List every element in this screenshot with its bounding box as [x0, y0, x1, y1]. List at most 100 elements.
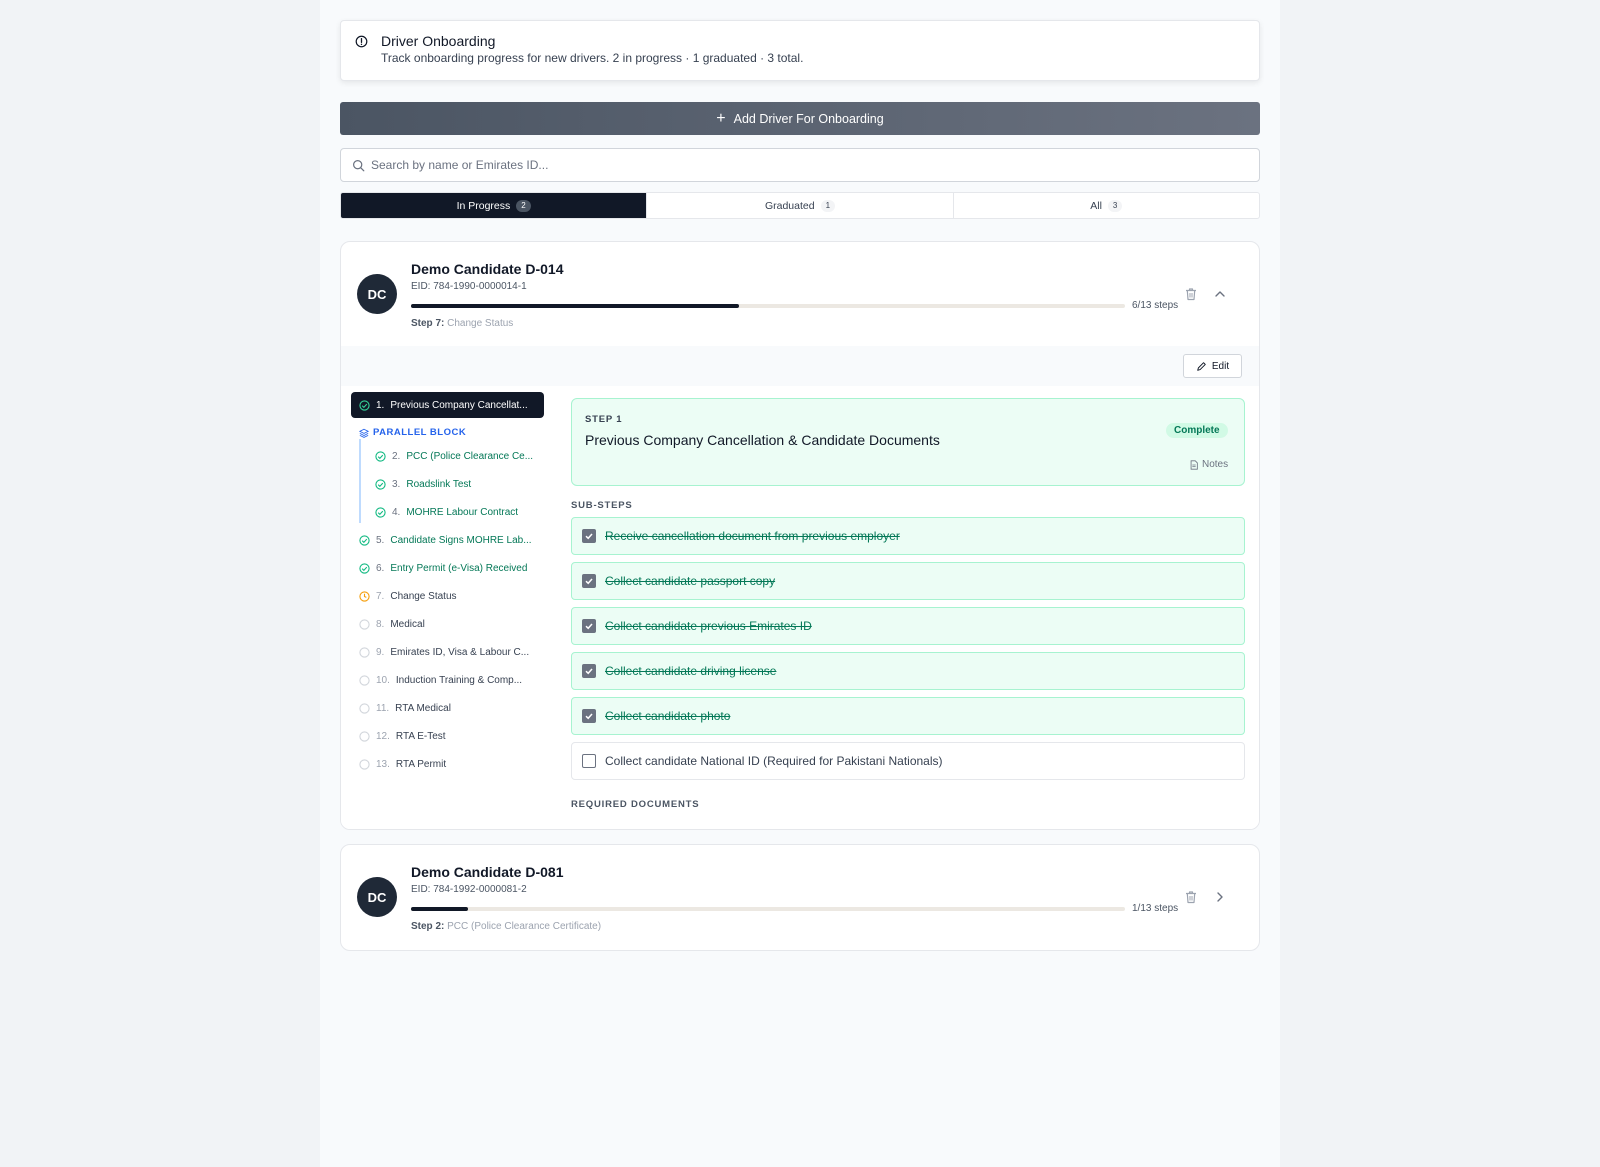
step-nav-item-5[interactable]: 5. Candidate Signs MOHRE Lab...: [351, 527, 544, 553]
step-number: 9.: [376, 646, 385, 658]
parallel-block-line: [359, 439, 361, 523]
empty-circle-icon: [359, 702, 370, 714]
add-driver-button[interactable]: + Add Driver For Onboarding: [340, 102, 1260, 135]
check-circle-icon: [359, 534, 370, 546]
step-number: 4.: [392, 506, 401, 518]
tab-label: All: [1090, 199, 1102, 212]
step-nav-item-11[interactable]: 11. RTA Medical: [351, 695, 544, 721]
step-number: 5.: [376, 534, 385, 546]
document-icon: [1190, 459, 1198, 470]
step-name: RTA Medical: [395, 702, 451, 714]
step-nav-item-4[interactable]: 4. MOHRE Labour Contract: [367, 499, 544, 525]
check-circle-icon: [359, 562, 370, 574]
notes-label: Notes: [1202, 459, 1229, 470]
page: Driver Onboarding Track onboarding progr…: [320, 0, 1280, 1167]
step-number: 12.: [376, 730, 390, 742]
progress-bar: [411, 907, 1125, 911]
step-number: 11.: [376, 702, 390, 714]
search-box: [340, 148, 1260, 182]
substep-text: Collect candidate passport copy: [605, 574, 776, 588]
check-icon: [585, 533, 593, 540]
edit-button[interactable]: Edit: [1183, 354, 1242, 378]
step-number: 8.: [376, 618, 385, 630]
substep-item[interactable]: Collect candidate National ID (Required …: [571, 742, 1245, 780]
checkbox-checked[interactable]: [582, 529, 596, 543]
step-nav-item-8[interactable]: 8. Medical: [351, 611, 544, 637]
step-title: Previous Company Cancellation & Candidat…: [585, 432, 940, 448]
checkbox-unchecked[interactable]: [582, 754, 596, 768]
steps-nav: 1. Previous Company Cancellat... PARALLE…: [341, 386, 555, 829]
current-step-label: Step 2:: [411, 921, 445, 932]
tab-count-badge: 1: [820, 199, 836, 212]
step-number: 1.: [376, 399, 385, 411]
trash-icon[interactable]: [1183, 286, 1199, 302]
tab-all[interactable]: All 3: [954, 193, 1259, 218]
progress-fill: [411, 907, 469, 911]
checkbox-checked[interactable]: [582, 574, 596, 588]
step-name: Candidate Signs MOHRE Lab...: [390, 534, 532, 546]
substep-text: Collect candidate photo: [605, 709, 731, 723]
substep-item[interactable]: Collect candidate photo: [571, 697, 1245, 735]
current-step: Step 2: PCC (Police Clearance Certificat…: [411, 921, 601, 932]
banner-description: Track onboarding progress for new driver…: [381, 51, 804, 65]
step-nav-item-7[interactable]: 7. Change Status: [351, 583, 544, 609]
progress-bar: [411, 304, 1125, 308]
check-circle-icon: [375, 450, 386, 462]
trash-icon[interactable]: [1183, 889, 1199, 905]
empty-circle-icon: [359, 730, 370, 742]
step-name: Change Status: [390, 590, 457, 602]
required-documents-heading: REQUIRED DOCUMENTS: [571, 799, 700, 810]
tab-label: In Progress: [456, 199, 511, 212]
tab-graduated[interactable]: Graduated 1: [647, 193, 954, 218]
tab-in-progress[interactable]: In Progress 2: [341, 193, 648, 218]
step-nav-item-9[interactable]: 9. Emirates ID, Visa & Labour C...: [351, 639, 544, 665]
pencil-icon: [1197, 361, 1206, 371]
checkbox-checked[interactable]: [582, 709, 596, 723]
candidate-eid: EID: 784-1992-0000081-2: [411, 884, 527, 895]
step-nav-item-2[interactable]: 2. PCC (Police Clearance Ce...: [367, 443, 544, 469]
substep-text: Collect candidate National ID (Required …: [605, 754, 943, 768]
step-name: Emirates ID, Visa & Labour C...: [390, 646, 530, 658]
search-input[interactable]: [371, 149, 1251, 181]
chevron-right-icon[interactable]: [1212, 889, 1228, 905]
current-step: Step 7: Change Status: [411, 318, 513, 329]
substep-item[interactable]: Collect candidate passport copy: [571, 562, 1245, 600]
parallel-block-label: PARALLEL BLOCK: [359, 427, 466, 438]
step-nav-item-12[interactable]: 12. RTA E-Test: [351, 723, 544, 749]
chevron-up-icon[interactable]: [1212, 286, 1228, 302]
step-name: MOHRE Labour Contract: [406, 506, 519, 518]
checkbox-checked[interactable]: [582, 664, 596, 678]
avatar: DC: [357, 274, 397, 314]
check-icon: [585, 668, 593, 675]
substep-item[interactable]: Collect candidate driving license: [571, 652, 1245, 690]
substeps-heading: SUB-STEPS: [571, 500, 633, 511]
step-nav-item-3[interactable]: 3. Roadslink Test: [367, 471, 544, 497]
step-number: 6.: [376, 562, 385, 574]
candidate-card-header[interactable]: DC Demo Candidate D-081 EID: 784-1992-00…: [341, 845, 1259, 949]
candidate-detail-panel: Edit 1. Previous Company Cancellat... PA…: [341, 346, 1259, 829]
check-icon: [585, 713, 593, 720]
candidate-card-header[interactable]: DC Demo Candidate D-014 EID: 784-1990-00…: [341, 242, 1259, 346]
substep-item[interactable]: Receive cancellation document from previ…: [571, 517, 1245, 555]
candidate-name: Demo Candidate D-014: [411, 261, 564, 277]
info-banner: Driver Onboarding Track onboarding progr…: [340, 20, 1260, 81]
checkbox-checked[interactable]: [582, 619, 596, 633]
notes-button[interactable]: Notes: [1189, 459, 1228, 470]
step-nav-item-10[interactable]: 10. Induction Training & Comp...: [351, 667, 544, 693]
check-circle-icon: [359, 399, 370, 411]
step-name: Roadslink Test: [406, 478, 472, 490]
step-name: Entry Permit (e-Visa) Received: [390, 562, 528, 574]
step-nav-item-13[interactable]: 13. RTA Permit: [351, 751, 544, 777]
step-number: 7.: [376, 590, 385, 602]
step-nav-item-1[interactable]: 1. Previous Company Cancellat...: [351, 392, 544, 418]
step-name: RTA Permit: [395, 758, 447, 770]
current-step-name: PCC (Police Clearance Certificate): [447, 921, 602, 932]
candidate-card[interactable]: DC Demo Candidate D-081 EID: 784-1992-00…: [340, 844, 1260, 951]
step-nav-item-6[interactable]: 6. Entry Permit (e-Visa) Received: [351, 555, 544, 581]
plus-icon: +: [716, 109, 726, 127]
step-number: 10.: [376, 674, 390, 686]
step-name: PCC (Police Clearance Ce...: [406, 450, 534, 462]
substep-item[interactable]: Collect candidate previous Emirates ID: [571, 607, 1245, 645]
add-driver-label: Add Driver For Onboarding: [733, 111, 884, 126]
tab-count-badge: 3: [1107, 199, 1123, 212]
